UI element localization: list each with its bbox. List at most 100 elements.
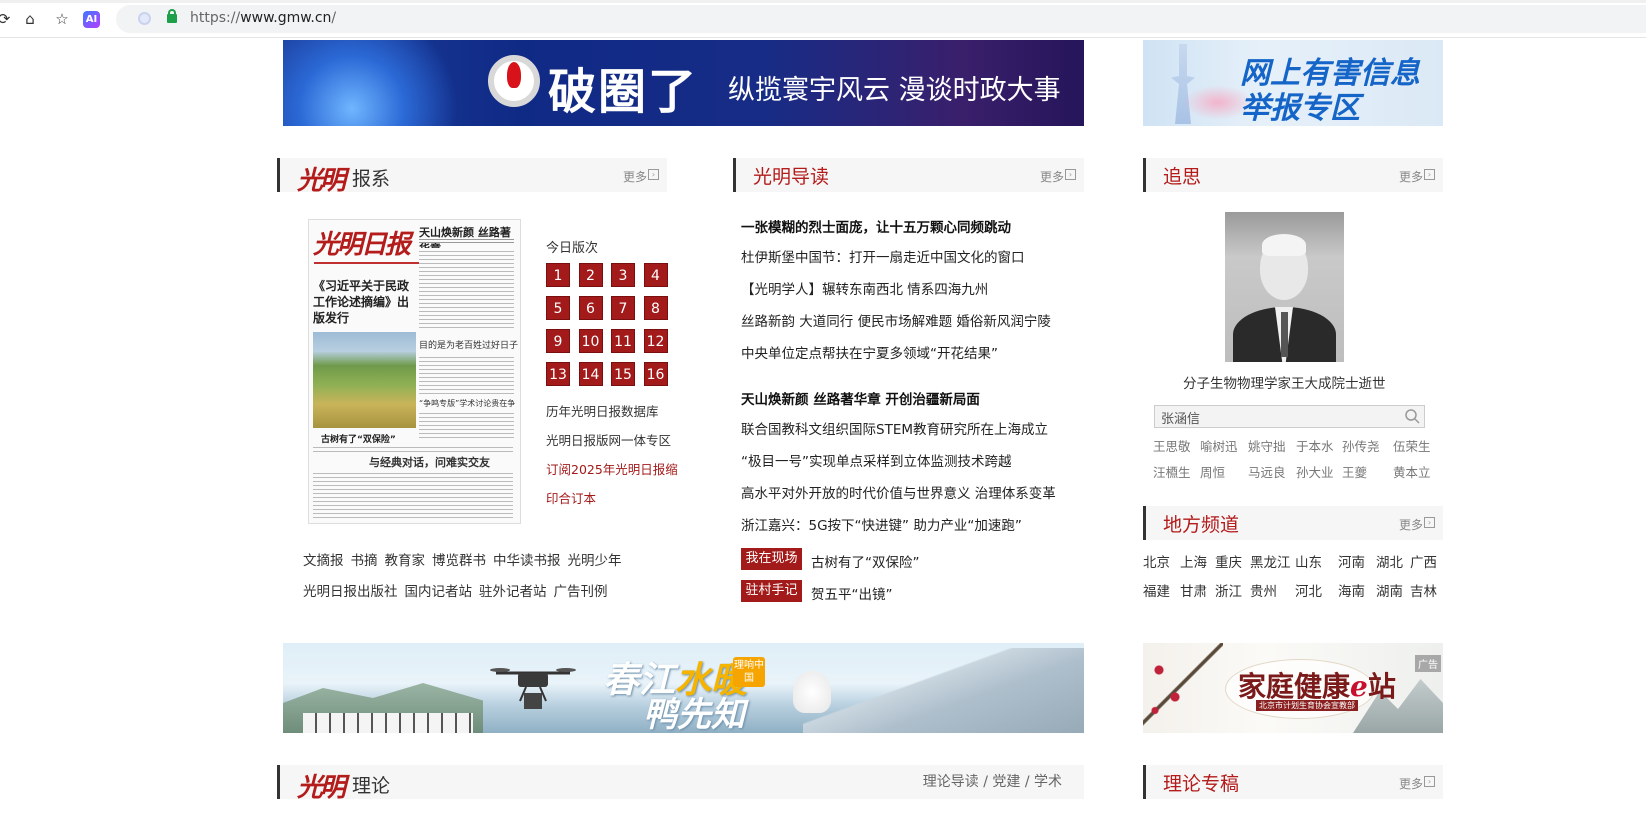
memorial-caption[interactable]: 分子生物物理学家王大成院士逝世 <box>1183 372 1386 392</box>
link-bolanqunshu[interactable]: 博览群书 <box>432 553 486 569</box>
local-channel-link[interactable]: 湖北 <box>1376 551 1403 571</box>
newspaper-front-page[interactable]: 光明日报 天山焕新颜 丝路著华章 《习近平关于民政工作论述摘编》出版发行 目的是… <box>308 219 521 524</box>
tag-on-site-link[interactable]: 古树有了“双保险” <box>811 551 920 571</box>
link-ad-rates[interactable]: 广告刊例 <box>554 584 608 600</box>
local-channel-link[interactable]: 贵州 <box>1250 580 1277 600</box>
more-link[interactable]: 更多 <box>1399 168 1423 185</box>
section-title[interactable]: 地方频道 <box>1163 510 1239 537</box>
more-arrow-icon[interactable]: › <box>648 169 659 180</box>
edition-button[interactable]: 10 <box>578 329 603 353</box>
local-channel-link[interactable]: 广西 <box>1410 551 1437 571</box>
url-text[interactable]: https://www.gmw.cn/ <box>190 10 336 26</box>
local-channel-link[interactable]: 浙江 <box>1215 580 1242 600</box>
edition-button[interactable]: 9 <box>546 329 570 353</box>
edition-button[interactable]: 5 <box>546 296 570 320</box>
more-arrow-icon[interactable]: › <box>1065 169 1076 180</box>
local-channel-link[interactable]: 黑龙江 <box>1250 551 1291 571</box>
academician-name-link[interactable]: 孙大业 <box>1296 462 1334 481</box>
academician-name-link[interactable]: 喻树迅 <box>1200 436 1238 455</box>
news-link[interactable]: 【光明学人】辗转东南西北 情系四海九州 <box>741 278 988 298</box>
local-channel-link[interactable]: 湖南 <box>1376 580 1403 600</box>
more-link[interactable]: 更多 <box>1040 168 1064 185</box>
news-link[interactable]: 中央单位定点帮扶在宁夏多领域“开花结果” <box>741 342 998 362</box>
link-publisher[interactable]: 光明日报出版社 <box>303 584 398 600</box>
local-channel-link[interactable]: 山东 <box>1295 551 1322 571</box>
more-link[interactable]: 更多 <box>1399 775 1423 792</box>
academician-name-link[interactable]: 汪槱生 <box>1153 462 1191 481</box>
search-icon[interactable] <box>1404 408 1420 424</box>
news-link[interactable]: 联合国教科文组织国际STEM教育研究所在上海成立 <box>741 418 1048 438</box>
link-guangmingshaonian[interactable]: 光明少年 <box>568 553 622 569</box>
edition-button[interactable]: 1 <box>546 263 570 287</box>
academician-name-link[interactable]: 周恒 <box>1200 462 1225 481</box>
local-channel-link[interactable]: 福建 <box>1143 580 1170 600</box>
academician-name-link[interactable]: 孙传尧 <box>1342 436 1380 455</box>
link-jiaoyujia[interactable]: 教育家 <box>385 553 426 569</box>
news-link[interactable]: 浙江嘉兴：5G按下“快进键” 助力产业“加速跑” <box>741 514 1022 534</box>
edition-button[interactable]: 8 <box>643 296 668 320</box>
news-link[interactable]: 高水平对外开放的时代价值与世界意义 治理体系变革 <box>741 482 1056 502</box>
spring-river-banner[interactable]: 春江水暖 鸭先知 理响中国 <box>283 643 1084 733</box>
link-domestic-stations[interactable]: 国内记者站 <box>405 584 473 600</box>
harmful-info-report-banner[interactable]: 网上有害信息 举报专区 <box>1143 40 1443 126</box>
more-arrow-icon[interactable]: › <box>1424 776 1435 787</box>
edition-button[interactable]: 16 <box>643 362 668 386</box>
local-channel-link[interactable]: 北京 <box>1143 551 1170 571</box>
headline-link[interactable]: 天山焕新颜 丝路著华章 开创治疆新局面 <box>741 388 980 408</box>
theory-sub-links[interactable]: 理论导读 / 党建 / 学术 <box>923 771 1062 791</box>
favorites-icon[interactable]: ☆ <box>52 9 72 29</box>
section-title[interactable]: 光明导读 <box>753 162 829 189</box>
link-foreign-stations[interactable]: 驻外记者站 <box>479 584 547 600</box>
home-icon[interactable]: ⌂ <box>20 9 40 29</box>
subscribe-link[interactable]: 订阅2025年光明日报缩 <box>546 459 678 478</box>
local-channel-link[interactable]: 上海 <box>1180 551 1207 571</box>
more-arrow-icon[interactable]: › <box>1424 517 1435 528</box>
more-link[interactable]: 更多 <box>1399 516 1423 533</box>
link-shuzhai[interactable]: 书摘 <box>351 553 378 569</box>
local-channel-link[interactable]: 甘肃 <box>1180 580 1207 600</box>
local-channel-link[interactable]: 河北 <box>1295 580 1322 600</box>
address-bar[interactable] <box>116 5 1646 33</box>
section-title[interactable]: 追思 <box>1163 162 1201 189</box>
poquan-banner[interactable]: 破圈了 纵揽寰宇风云 漫谈时政大事 <box>283 40 1084 126</box>
link-wenzhaibao[interactable]: 文摘报 <box>303 553 344 569</box>
tag-village-notes[interactable]: 驻村手记 <box>741 580 802 602</box>
local-channel-link[interactable]: 重庆 <box>1215 551 1242 571</box>
family-health-banner[interactable]: 家庭健康e站 北京市计划生育协会宣教部 广告 <box>1143 643 1443 733</box>
academician-name-link[interactable]: 伍荣生 <box>1393 436 1431 455</box>
subscribe-link-cont[interactable]: 印合订本 <box>546 488 596 507</box>
edition-button[interactable]: 12 <box>643 329 668 353</box>
more-arrow-icon[interactable]: › <box>1424 169 1435 180</box>
edition-button[interactable]: 15 <box>611 362 635 386</box>
edition-button[interactable]: 14 <box>578 362 603 386</box>
academician-name-link[interactable]: 于本水 <box>1296 436 1334 455</box>
edition-button[interactable]: 6 <box>578 296 603 320</box>
tag-village-notes-link[interactable]: 贺五平“出镜” <box>811 583 893 603</box>
academician-name-link[interactable]: 马远良 <box>1248 462 1286 481</box>
tag-on-site[interactable]: 我在现场 <box>741 548 802 570</box>
edition-button[interactable]: 3 <box>611 263 635 287</box>
edition-button[interactable]: 2 <box>578 263 603 287</box>
news-link[interactable]: 丝路新韵 大道同行 便民市场解难题 婚俗新风润宁陵 <box>741 310 1051 330</box>
more-link[interactable]: 更多 <box>623 168 647 185</box>
edition-button[interactable]: 7 <box>611 296 635 320</box>
integration-link[interactable]: 光明日报版网一体专区 <box>546 430 671 449</box>
academician-name-link[interactable]: 王思敬 <box>1153 436 1191 455</box>
reload-icon[interactable]: ⟳ <box>0 9 14 29</box>
edition-button[interactable]: 4 <box>643 263 668 287</box>
academician-name-link[interactable]: 黄本立 <box>1393 462 1431 481</box>
site-info-icon[interactable] <box>138 12 151 25</box>
headline-link[interactable]: 一张模糊的烈士面庞，让十五万颗心同频跳动 <box>741 216 1011 236</box>
memorial-portrait[interactable] <box>1225 212 1344 362</box>
memorial-search-input[interactable] <box>1161 408 1391 426</box>
news-link[interactable]: “极目一号”实现单点采样到立体监测技术跨越 <box>741 450 1012 470</box>
local-channel-link[interactable]: 海南 <box>1338 580 1365 600</box>
academician-name-link[interactable]: 姚守拙 <box>1248 436 1286 455</box>
archive-link[interactable]: 历年光明日报数据库 <box>546 401 659 420</box>
edition-button[interactable]: 13 <box>546 362 570 386</box>
link-zhonghuadushubao[interactable]: 中华读书报 <box>493 553 561 569</box>
academician-name-link[interactable]: 王夔 <box>1342 462 1367 481</box>
local-channel-link[interactable]: 河南 <box>1338 551 1365 571</box>
edition-button[interactable]: 11 <box>611 329 635 353</box>
news-link[interactable]: 杜伊斯堡中国节：打开一扇走近中国文化的窗口 <box>741 246 1025 266</box>
